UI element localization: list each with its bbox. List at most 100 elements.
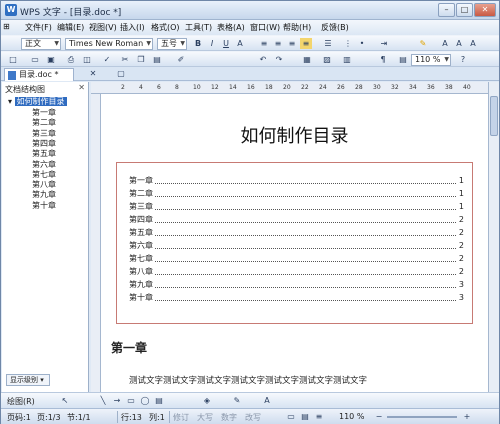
new-document-icon[interactable]: □ [7, 54, 19, 65]
insert-table-icon[interactable]: ▦ [301, 54, 313, 65]
rectangle-icon[interactable]: ▭ [125, 395, 137, 406]
toc-entry[interactable]: 第九章 3 [129, 279, 464, 290]
print-icon[interactable]: ⎙ [65, 54, 77, 65]
indent-icon[interactable]: ⇥ [378, 38, 390, 49]
document-page[interactable]: 如何制作目录 第一章 1 第二章 1 第三章 1 第四章 2 第五章 2 第六章 2 第七章 2 第八章 2 第… [101, 94, 488, 392]
menu-tools[interactable]: 工具(T) [185, 22, 212, 33]
page-view-icon[interactable]: ▭ [285, 411, 297, 422]
menu-icon[interactable]: ⊞ [3, 22, 10, 31]
vertical-scrollbar[interactable] [488, 82, 499, 392]
redo-icon[interactable]: ↷ [273, 54, 285, 65]
textbox-icon[interactable]: ▤ [153, 395, 165, 406]
italic-button[interactable]: I [206, 38, 218, 49]
vertical-ruler[interactable] [91, 94, 101, 392]
table-of-contents[interactable]: 第一章 1 第二章 1 第三章 1 第四章 2 第五章 2 第六章 2 第七章 2 第八章 2 第九章 3 第十章 3 [116, 162, 473, 324]
insert-picture-icon[interactable]: ▨ [321, 54, 333, 65]
paste-icon[interactable]: ▤ [151, 54, 163, 65]
doc-map-icon[interactable]: ▤ [397, 54, 409, 65]
ruler-tick: 2 [121, 84, 125, 91]
justify-icon[interactable]: ≡ [300, 38, 312, 49]
zoom-combo[interactable]: 110 % ▼ [411, 54, 451, 66]
show-marks-icon[interactable]: ¶ [377, 54, 389, 65]
shrink-font-icon[interactable]: A [467, 38, 479, 49]
highlight-icon[interactable]: ✎ [417, 38, 429, 49]
cut-icon[interactable]: ✂ [119, 54, 131, 65]
tree-root-item[interactable]: ▾ 如何制作目录 [8, 96, 67, 107]
fill-color-icon[interactable]: ◈ [201, 395, 213, 406]
align-right-icon[interactable]: ≡ [286, 38, 298, 49]
text-color-icon[interactable]: A [439, 38, 451, 49]
toc-entry[interactable]: 第四章 2 [129, 214, 464, 225]
toc-entry[interactable]: 第六章 2 [129, 240, 464, 251]
line-color-icon[interactable]: ✎ [231, 395, 243, 406]
toc-entry[interactable]: 第一章 1 [129, 175, 464, 186]
columns-icon[interactable]: ▥ [341, 54, 353, 65]
menu-window[interactable]: 窗口(W) [250, 22, 280, 33]
standard-toolbar: □ ▭ ▣ ⎙ ◫ ✓ ✂ ❐ ▤ ✐ ↶ ↷ ▦ ▨ ▥ ¶ ▤ 110 % ▼… [1, 51, 499, 67]
format-painter-icon[interactable]: ✐ [175, 54, 187, 65]
arrow-icon[interactable]: → [111, 395, 123, 406]
grow-font-icon[interactable]: A [453, 38, 465, 49]
zoom-in-icon[interactable]: + [461, 411, 473, 422]
align-left-icon[interactable]: ≡ [258, 38, 270, 49]
menu-table[interactable]: 表格(A) [217, 22, 245, 33]
status-revision[interactable]: 修订 [173, 412, 189, 423]
menu-insert[interactable]: 插入(I) [120, 22, 145, 33]
document-title: 如何制作目录 [240, 126, 349, 147]
style-combo[interactable]: 正文 ▼ [21, 38, 61, 50]
zoom-slider[interactable] [387, 416, 457, 418]
bullets-icon[interactable]: • [356, 38, 368, 49]
menu-edit[interactable]: 编辑(E) [57, 22, 84, 33]
draw-font-color-icon[interactable]: A [261, 395, 273, 406]
tree-item[interactable]: 第十章 [32, 200, 56, 211]
copy-icon[interactable]: ❐ [135, 54, 147, 65]
menu-help[interactable]: 帮助(H) [283, 22, 311, 33]
menu-file[interactable]: 文件(F) [25, 22, 52, 33]
close-button[interactable]: ✕ [474, 3, 496, 17]
align-center-icon[interactable]: ≡ [272, 38, 284, 49]
underline-button[interactable]: U [220, 38, 232, 49]
toc-entry[interactable]: 第五章 2 [129, 227, 464, 238]
web-view-icon[interactable]: ▤ [299, 411, 311, 422]
font-size-combo[interactable]: 五号 ▼ [157, 38, 187, 50]
line-spacing-icon[interactable]: ☰ [322, 38, 334, 49]
undo-icon[interactable]: ↶ [257, 54, 269, 65]
menu-format[interactable]: 格式(O) [151, 22, 180, 33]
spellcheck-icon[interactable]: ✓ [101, 54, 113, 65]
font-combo[interactable]: Times New Roman ▼ [65, 38, 153, 50]
toc-entry[interactable]: 第八章 2 [129, 266, 464, 277]
maximize-button[interactable]: □ [456, 3, 473, 17]
save-icon[interactable]: ▣ [45, 54, 57, 65]
panel-close-icon[interactable]: ✕ [78, 83, 85, 92]
toc-entry-label: 第五章 [129, 227, 155, 238]
toc-entry[interactable]: 第七章 2 [129, 253, 464, 264]
ellipse-icon[interactable]: ◯ [139, 395, 151, 406]
toc-entry-label: 第七章 [129, 253, 155, 264]
status-zoom[interactable]: 110 % [339, 412, 364, 421]
open-icon[interactable]: ▭ [29, 54, 41, 65]
line-icon[interactable]: ╲ [97, 395, 109, 406]
minimize-button[interactable]: – [438, 3, 455, 17]
ruler-tick: 4 [139, 84, 143, 91]
menu-view[interactable]: 视图(V) [89, 22, 117, 33]
show-level-button[interactable]: 显示级别 ▾ [6, 374, 50, 386]
zoom-out-icon[interactable]: − [373, 411, 385, 422]
toc-entry[interactable]: 第十章 3 [129, 292, 464, 303]
toc-entry[interactable]: 第三章 1 [129, 201, 464, 212]
tab-document[interactable]: 目录.doc * [4, 68, 74, 81]
new-tab-icon[interactable]: ▢ [115, 68, 127, 79]
help-icon[interactable]: ? [457, 54, 469, 65]
status-overwrite[interactable]: 改写 [245, 412, 261, 423]
draw-menu[interactable]: 绘图(R) [7, 396, 35, 407]
outline-view-icon[interactable]: ≡ [313, 411, 325, 422]
print-preview-icon[interactable]: ◫ [81, 54, 93, 65]
toc-entry[interactable]: 第二章 1 [129, 188, 464, 199]
menu-feedback[interactable]: 反馈(B) [321, 22, 349, 33]
select-objects-icon[interactable]: ↖ [59, 395, 71, 406]
numbering-icon[interactable]: ⋮ [342, 38, 354, 49]
font-color-icon[interactable]: A [234, 38, 246, 49]
bold-button[interactable]: B [192, 38, 204, 49]
horizontal-ruler[interactable]: 2 4 6 8 10 12 14 16 18 20 22 24 26 28 30 32 34 36 38 40 [91, 82, 488, 94]
tab-close-icon[interactable]: ✕ [87, 68, 99, 79]
scrollbar-thumb[interactable] [490, 96, 498, 136]
